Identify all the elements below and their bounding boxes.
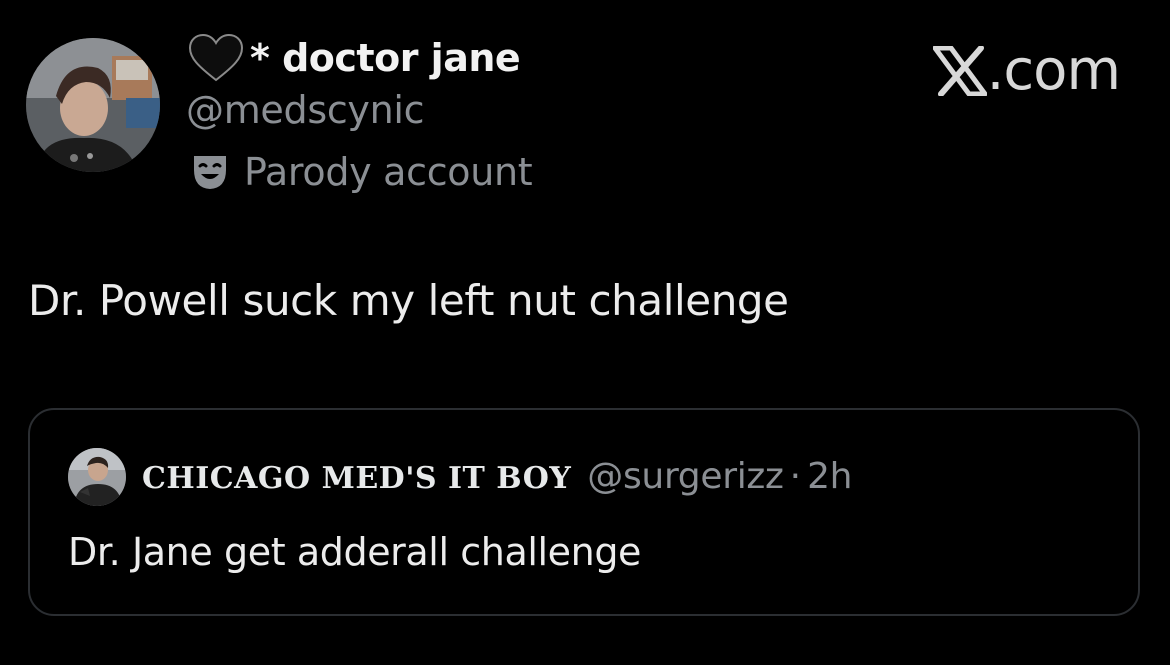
quoted-display-name[interactable]: CHICAGO MED'S IT BOY bbox=[142, 461, 571, 496]
author-name-row[interactable]: * doctor jane bbox=[188, 30, 521, 86]
parody-label-row: Parody account bbox=[190, 147, 533, 197]
author-avatar[interactable] bbox=[26, 38, 160, 172]
black-heart-icon bbox=[188, 34, 244, 82]
quoted-handle[interactable]: @surgerizz bbox=[587, 456, 784, 497]
quoted-avatar-photo bbox=[68, 448, 126, 506]
quoted-separator: · bbox=[789, 456, 802, 497]
tweet-body-text: Dr. Powell suck my left nut challenge bbox=[28, 276, 789, 325]
parody-account-label: Parody account bbox=[244, 150, 533, 194]
tweet-screenshot: * doctor jane @medscynic Parody account … bbox=[0, 0, 1170, 665]
quoted-author-avatar[interactable] bbox=[68, 448, 126, 506]
quoted-tweet-header: CHICAGO MED'S IT BOY @surgerizz · 2h bbox=[142, 456, 852, 497]
quoted-tweet-text: Dr. Jane get adderall challenge bbox=[68, 530, 642, 574]
brand-text: .com bbox=[986, 38, 1121, 103]
theater-mask-icon bbox=[190, 152, 230, 192]
author-handle[interactable]: @medscynic bbox=[186, 88, 425, 132]
author-display-name: * doctor jane bbox=[250, 36, 521, 80]
brand-watermark: .com bbox=[932, 38, 1121, 103]
x-logo-icon bbox=[932, 45, 987, 96]
quoted-timestamp[interactable]: 2h bbox=[807, 456, 852, 497]
quoted-tweet-card[interactable]: CHICAGO MED'S IT BOY @surgerizz · 2h Dr.… bbox=[28, 408, 1140, 616]
avatar-photo bbox=[26, 38, 160, 172]
